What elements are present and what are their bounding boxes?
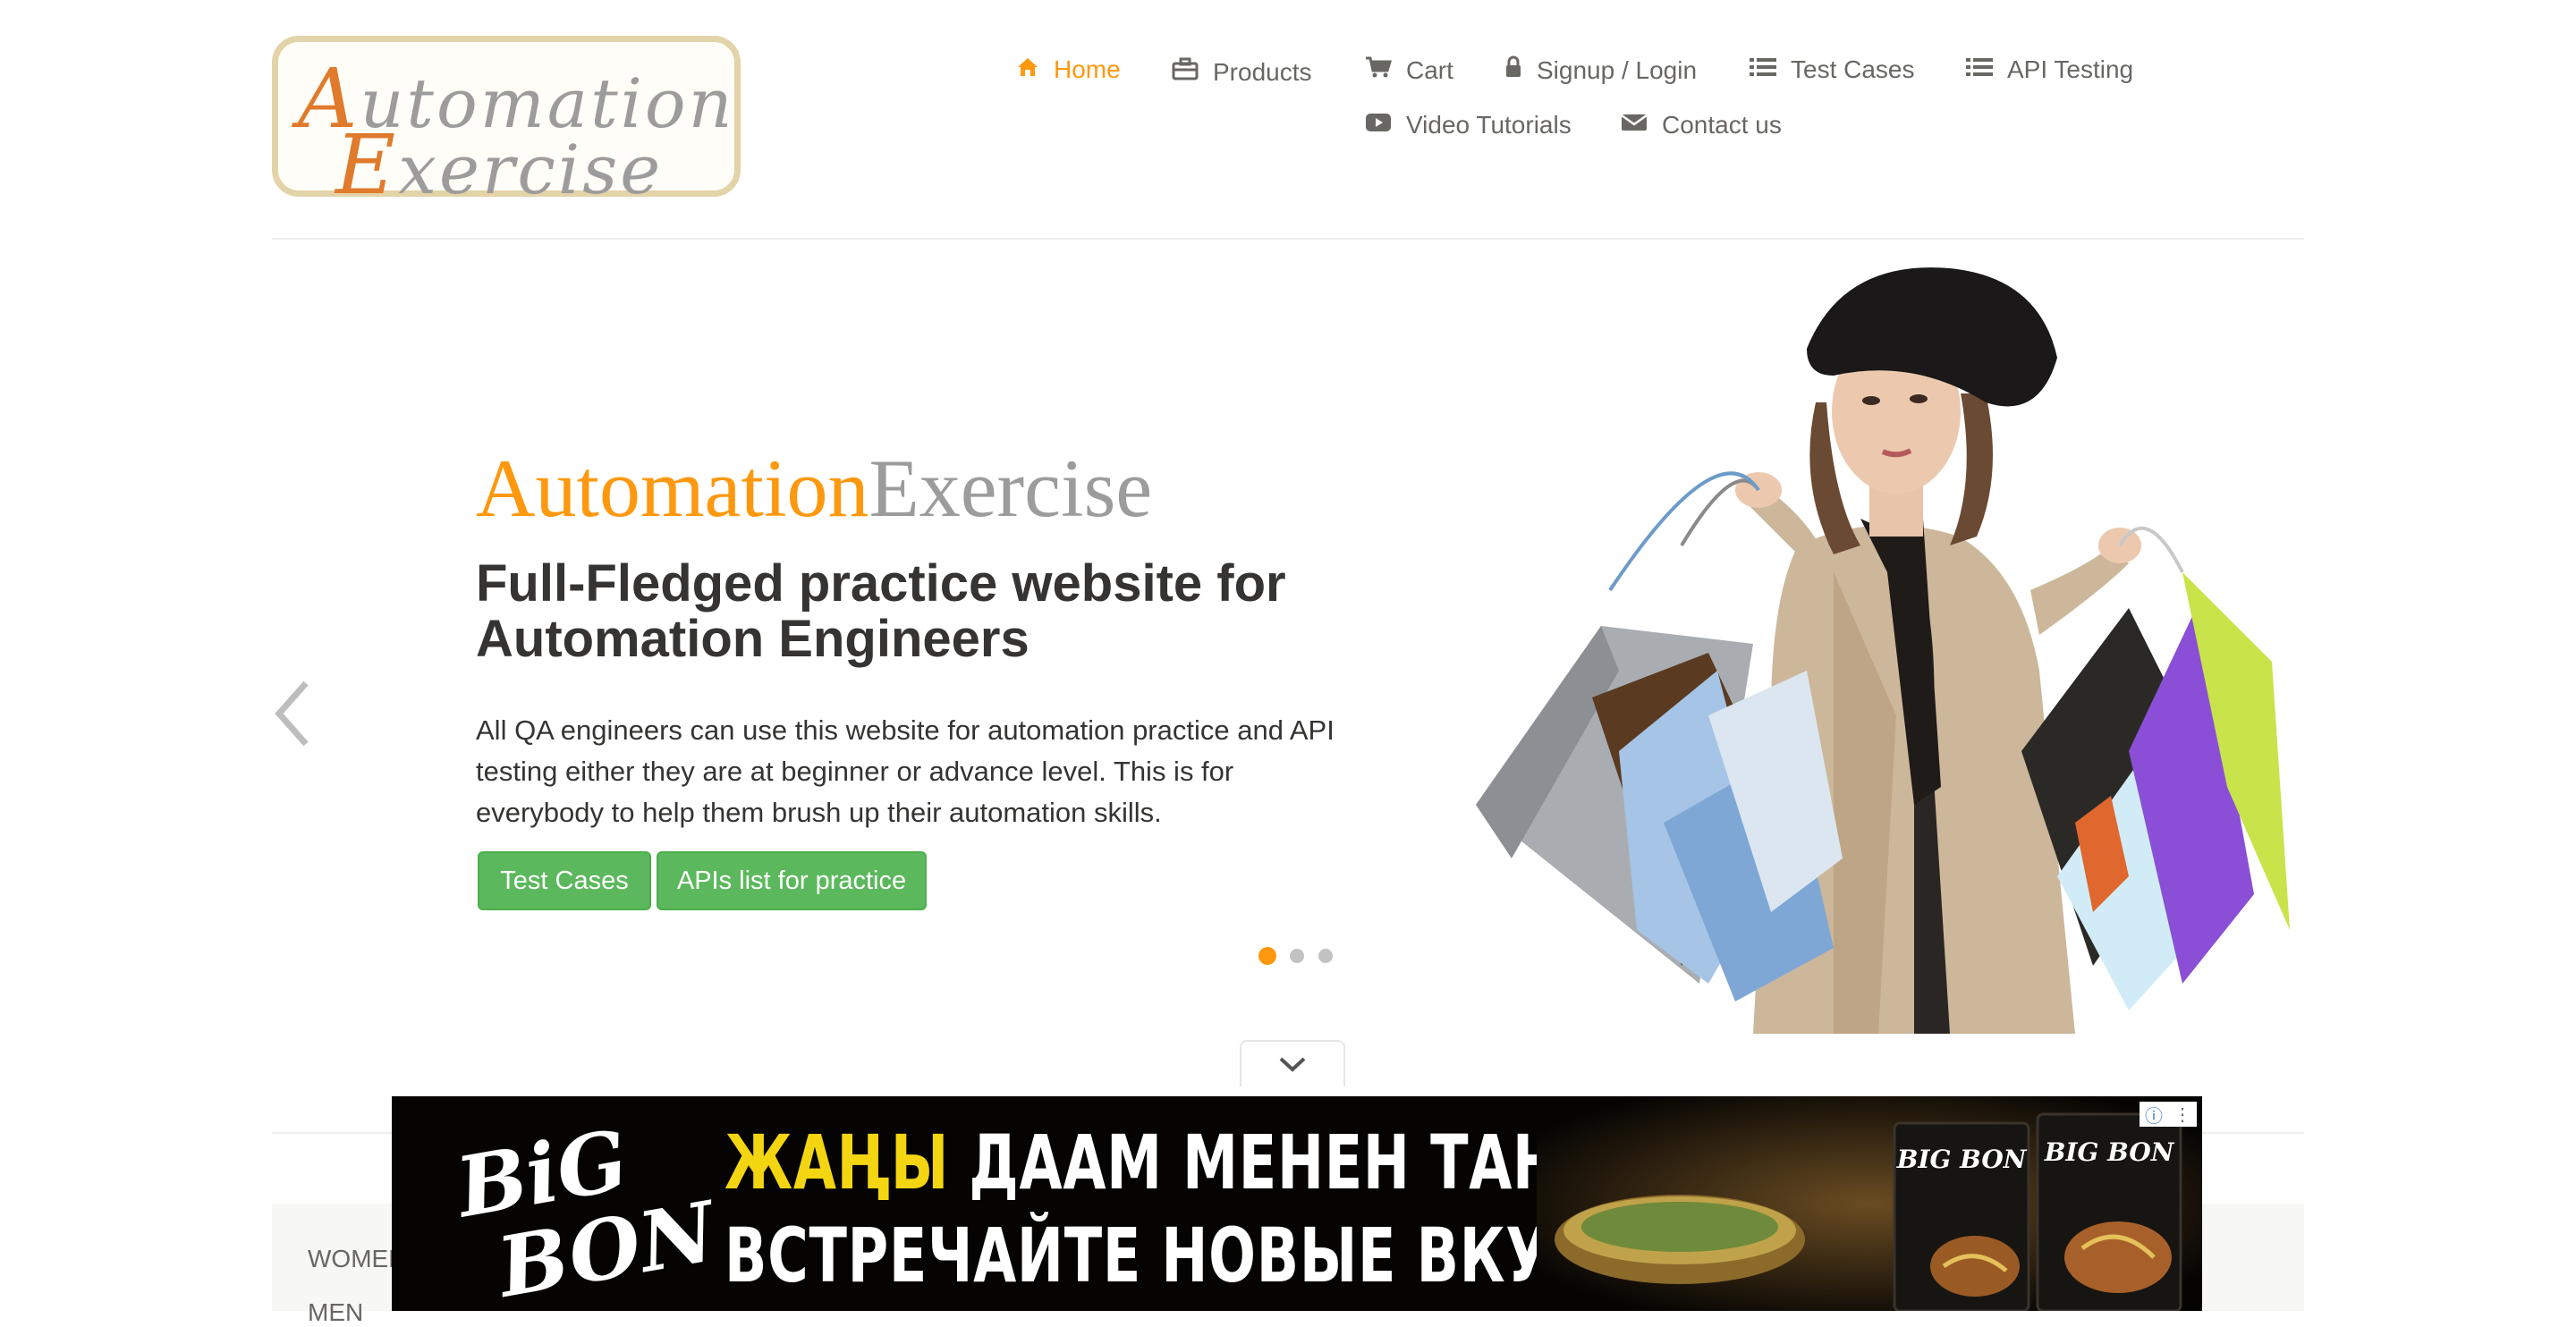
info-icon[interactable]: ⓘ	[2145, 1102, 2163, 1128]
nav-test-cases[interactable]: Test Cases	[1750, 55, 1915, 84]
nav-cart[interactable]: Cart	[1365, 55, 1453, 85]
big-bon-logo: BiG BON	[447, 1114, 725, 1302]
nav-video-tutorials-label: Video Tutorials	[1406, 111, 1572, 139]
package-label-2: BIG BON	[2044, 1137, 2175, 1167]
ad-info-controls[interactable]: ⓘ ⋮	[2140, 1102, 2197, 1127]
list-icon	[1966, 55, 1993, 84]
package-label-1: BIG BON	[1896, 1145, 2028, 1174]
apis-list-button[interactable]: APIs list for practice	[657, 851, 927, 910]
more-vertical-icon[interactable]: ⋮	[2174, 1103, 2191, 1126]
nav-home[interactable]: Home	[1016, 55, 1121, 84]
slider-description: All QA engineers can use this website fo…	[476, 714, 1335, 828]
nav-contact-us-label: Contact us	[1662, 111, 1782, 139]
slider-brand-title: AutomationExercise	[476, 443, 1153, 534]
chevron-down-icon	[1279, 1057, 1306, 1072]
content-panel	[2202, 1204, 2304, 1311]
chevron-left-icon	[275, 680, 309, 747]
slider-indicator-2[interactable]	[1290, 949, 1304, 963]
nav-api-testing-label: API Testing	[2007, 55, 2134, 83]
nav-home-label: Home	[1054, 55, 1121, 83]
nav-signup-login[interactable]: Signup / Login	[1504, 55, 1697, 85]
nav-signup-login-label: Signup / Login	[1537, 55, 1698, 84]
ad-headline-2: ВСТРЕЧАЙТЕ НОВЫЕ ВКУСЫ	[724, 1212, 1649, 1299]
nav-products-label: Products	[1213, 57, 1312, 86]
nav-api-testing[interactable]: API Testing	[1966, 55, 2133, 84]
slider-hero-image	[1476, 267, 2290, 1034]
ad-banner[interactable]: BiG BON ЖАҢЫ ДААМ МЕНЕН ТАНЫШТЫРУУ ВСТРЕ…	[392, 1096, 2202, 1311]
logo-line-2: Exercise	[335, 117, 664, 213]
envelope-icon	[1621, 111, 1648, 139]
nav-cart-label: Cart	[1406, 55, 1453, 84]
header-divider	[272, 238, 2304, 240]
lock-icon	[1504, 55, 1522, 85]
collapse-ad-tab[interactable]	[1240, 1040, 1345, 1086]
slider-indicator-1[interactable]	[1258, 947, 1276, 965]
site-logo[interactable]: Automation Exercise	[272, 36, 741, 207]
briefcase-icon	[1172, 57, 1199, 87]
ad-product-photo: BIG BON BIG BON	[1537, 1096, 2202, 1311]
slider-prev-button[interactable]	[272, 680, 313, 748]
nav-products[interactable]: Products	[1172, 57, 1312, 87]
home-icon	[1016, 55, 1039, 84]
test-cases-button[interactable]: Test Cases	[478, 851, 651, 910]
nav-contact-us[interactable]: Contact us	[1621, 111, 1782, 139]
slider-headline: Full-Fledged practice website for Automa…	[476, 554, 1286, 668]
category-men[interactable]: MEN	[308, 1298, 363, 1327]
slider-indicator-3[interactable]	[1318, 949, 1333, 963]
youtube-play-icon	[1365, 111, 1392, 139]
list-icon	[1750, 55, 1776, 84]
nav-video-tutorials[interactable]: Video Tutorials	[1365, 111, 1572, 139]
cart-icon	[1365, 55, 1393, 85]
nav-test-cases-label: Test Cases	[1791, 55, 1915, 83]
